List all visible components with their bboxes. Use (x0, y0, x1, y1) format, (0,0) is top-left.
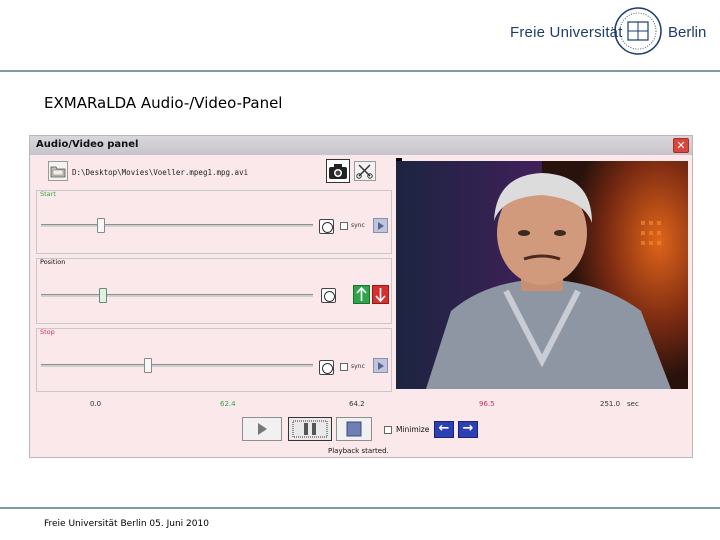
start-slider-thumb[interactable] (97, 218, 105, 233)
arrow-left-icon: ← (438, 421, 450, 436)
cut-button[interactable] (354, 161, 376, 181)
position-section: Position (36, 258, 392, 324)
start-play-button[interactable] (373, 218, 388, 233)
stop-slider-thumb[interactable] (144, 358, 152, 373)
stop-label: Stop (40, 328, 55, 336)
time-end: 251.0 (600, 400, 621, 408)
time-position: 64.2 (349, 400, 365, 408)
footer-text: Freie Universität Berlin 05. Juni 2010 (44, 519, 209, 529)
fu-berlin-logo: Freie Universität Berlin (510, 6, 710, 58)
start-label: Start (40, 190, 56, 198)
playback-status: Playback started. (328, 447, 389, 455)
snapshot-button[interactable] (326, 159, 350, 183)
back-button[interactable]: ← (434, 421, 454, 438)
time-stop: 96.5 (479, 400, 495, 408)
start-clock-icon[interactable] (319, 219, 334, 234)
stop-icon (346, 421, 362, 437)
stop-slider-track[interactable] (41, 364, 313, 367)
position-slider-track[interactable] (41, 294, 313, 297)
stop-button[interactable] (336, 417, 372, 441)
video-display[interactable] (396, 161, 688, 389)
stop-play-button[interactable] (373, 358, 388, 373)
folder-open-icon (50, 166, 66, 178)
start-sync-checkbox[interactable] (340, 222, 348, 230)
fu-seal-icon (614, 7, 662, 55)
pause-button[interactable] (288, 417, 332, 441)
time-start: 62.4 (220, 400, 236, 408)
arrow-down-icon (375, 288, 386, 303)
window-titlebar[interactable]: Audio/Video panel ✕ (30, 136, 692, 155)
footer-divider (0, 507, 720, 509)
start-section: Start sync (36, 190, 392, 254)
play-button[interactable] (242, 417, 282, 441)
stop-clock-icon[interactable] (319, 360, 334, 375)
logo-text-left: Freie Universität (510, 24, 623, 41)
close-icon: ✕ (676, 139, 686, 152)
start-sync-label: sync (351, 222, 365, 229)
arrow-right-icon: → (462, 421, 474, 436)
minimize-checkbox[interactable] (384, 426, 392, 434)
scissors-icon (356, 164, 373, 179)
stop-sync-label: sync (351, 363, 365, 370)
window-title: Audio/Video panel (36, 139, 139, 150)
forward-button[interactable]: → (458, 421, 478, 438)
time-zero: 0.0 (90, 400, 102, 408)
minimize-label: Minimize (396, 425, 430, 434)
stop-sync-checkbox[interactable] (340, 363, 348, 371)
close-button[interactable]: ✕ (673, 138, 689, 153)
set-stop-button[interactable] (372, 285, 389, 304)
arrow-up-icon (356, 286, 367, 301)
start-slider-track[interactable] (41, 224, 313, 227)
time-unit: sec (627, 400, 639, 408)
position-clock-icon[interactable] (321, 288, 336, 303)
logo-text-right: Berlin (668, 24, 707, 41)
position-label: Position (40, 258, 66, 266)
play-icon (258, 423, 267, 435)
file-path: D:\Desktop\Movies\Voeller.mpeg1.mpg.avi (72, 168, 249, 177)
position-slider-thumb[interactable] (99, 288, 107, 303)
stop-section: Stop sync (36, 328, 392, 392)
pause-icon (292, 420, 328, 438)
slide-title: EXMARaLDA Audio-/Video-Panel (44, 94, 283, 112)
open-file-button[interactable] (48, 161, 68, 181)
av-panel-window: Audio/Video panel ✕ D:\Desktop\Movies\Vo… (29, 135, 693, 458)
camera-icon (329, 164, 347, 179)
header-divider (0, 70, 720, 72)
video-frame-image (396, 161, 688, 389)
set-start-button[interactable] (353, 285, 370, 304)
